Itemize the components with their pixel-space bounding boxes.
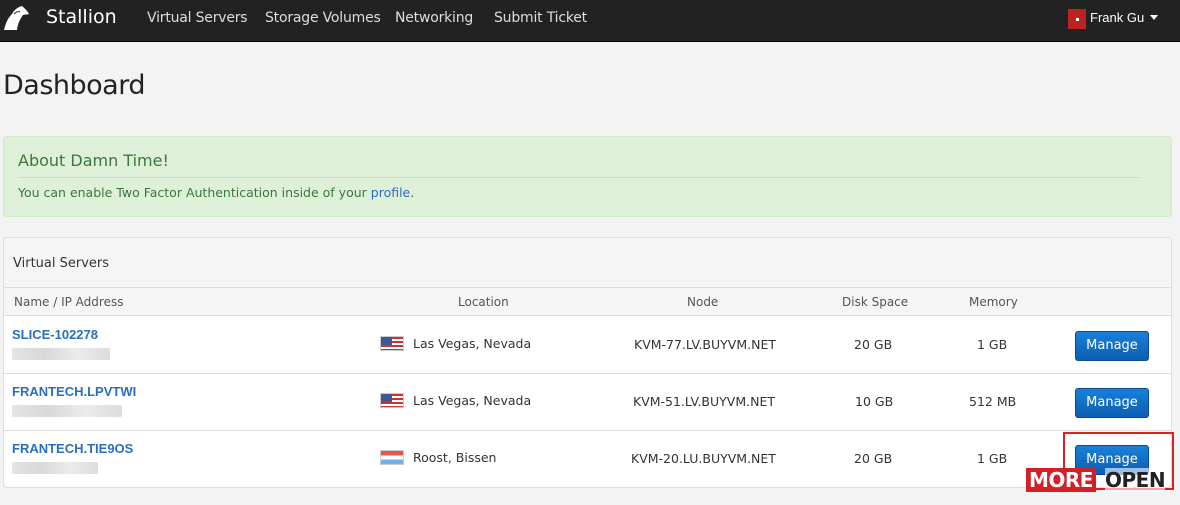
column-location: Location (458, 295, 509, 309)
disk-space: 20 GB (854, 451, 893, 466)
alert-text: You can enable Two Factor Authentication… (18, 185, 371, 200)
table-header: Name / IP Address Location Node Disk Spa… (4, 288, 1171, 316)
panel-heading: Virtual Servers (4, 238, 1171, 288)
location: Las Vegas, Nevada (413, 393, 532, 408)
server-name-link[interactable]: FRANTECH.TIE9OS (12, 441, 133, 456)
location: Las Vegas, Nevada (413, 336, 532, 351)
ip-address-redacted (12, 348, 110, 360)
user-name: Frank Gu (1090, 10, 1145, 25)
virtual-servers-panel: Virtual Servers Name / IP Address Locati… (3, 237, 1172, 488)
server-name-link[interactable]: FRANTECH.LPVTWI (12, 384, 136, 399)
watermark-more: MORE (1026, 468, 1096, 492)
ip-address-redacted (12, 462, 98, 474)
alert-suffix: . (410, 185, 415, 200)
panel-title: Virtual Servers (13, 256, 110, 271)
nav-networking[interactable]: Networking (395, 10, 473, 26)
column-disk-space: Disk Space (842, 295, 909, 309)
table-row: SLICE-102278 Las Vegas, Nevada KVM-77.LV… (4, 317, 1171, 374)
manage-button[interactable]: Manage (1075, 331, 1149, 361)
caret-down-icon (1150, 15, 1158, 20)
success-alert: About Damn Time! You can enable Two Fact… (3, 136, 1172, 217)
manage-button[interactable]: Manage (1075, 388, 1149, 418)
column-node: Node (687, 295, 719, 309)
alert-divider (18, 177, 1140, 178)
column-memory: Memory (969, 295, 1018, 309)
node: KVM-77.LV.BUYVM.NET (634, 337, 776, 352)
memory: 512 MB (969, 394, 1017, 409)
alert-message: You can enable Two Factor Authentication… (18, 185, 414, 200)
memory: 1 GB (977, 337, 1008, 352)
top-navbar: Stallion Virtual Servers Storage Volumes… (0, 0, 1180, 42)
alert-title: About Damn Time! (18, 151, 169, 170)
us-flag-icon (380, 393, 404, 408)
horse-logo-icon[interactable] (0, 4, 32, 32)
column-name: Name / IP Address (14, 295, 124, 309)
table-row: FRANTECH.TIE9OS Roost, Bissen KVM-20.LU.… (4, 431, 1171, 487)
lu-flag-icon (380, 450, 404, 465)
memory: 1 GB (977, 451, 1008, 466)
location: Roost, Bissen (413, 450, 497, 465)
disk-space: 10 GB (855, 394, 894, 409)
ip-address-redacted (12, 405, 122, 417)
watermark-open: OPEN (1105, 468, 1166, 492)
page-title: Dashboard (3, 70, 145, 101)
node: KVM-51.LV.BUYVM.NET (633, 394, 775, 409)
server-name-link[interactable]: SLICE-102278 (12, 327, 98, 342)
disk-space: 20 GB (854, 337, 893, 352)
nav-virtual-servers[interactable]: Virtual Servers (147, 10, 248, 26)
nav-submit-ticket[interactable]: Submit Ticket (494, 10, 587, 26)
us-flag-icon (380, 336, 404, 351)
profile-link[interactable]: profile (371, 185, 410, 200)
avatar (1068, 9, 1086, 29)
nav-storage-volumes[interactable]: Storage Volumes (265, 10, 381, 26)
node: KVM-20.LU.BUYVM.NET (631, 451, 776, 466)
table-row: FRANTECH.LPVTWI Las Vegas, Nevada KVM-51… (4, 374, 1171, 431)
brand-name[interactable]: Stallion (46, 6, 117, 28)
